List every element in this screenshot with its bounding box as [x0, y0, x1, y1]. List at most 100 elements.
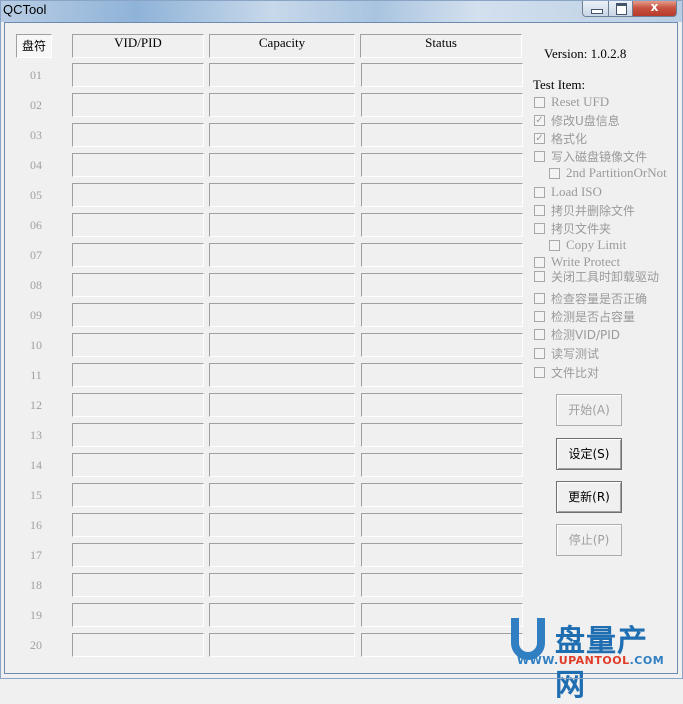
test-item-checkbox[interactable]: 文件比对: [534, 364, 599, 381]
test-item-checkbox[interactable]: Copy Limit: [549, 237, 626, 253]
capacity-cell: [209, 183, 355, 207]
test-item-checkbox[interactable]: 读写测试: [534, 345, 599, 362]
checkbox-unchecked-icon[interactable]: [534, 96, 545, 108]
column-header-vid-pid: VID/PID: [72, 34, 204, 58]
test-item-label: 检查容量是否正确: [551, 292, 648, 306]
checkbox-unchecked-icon[interactable]: [534, 223, 545, 234]
test-item-label: 写入磁盘镜像文件: [551, 150, 648, 164]
checkbox-checked-icon[interactable]: ✓: [534, 133, 545, 144]
row-number: 02: [30, 98, 42, 112]
test-item-label: Copy Limit: [566, 237, 627, 252]
row-number: 15: [30, 488, 42, 502]
row-number: 12: [30, 398, 42, 412]
vid-pid-cell: [72, 333, 204, 357]
capacity-cell: [209, 153, 355, 177]
test-item-checkbox[interactable]: ✓ 修改U盘信息: [534, 112, 620, 129]
test-item-label: 读写测试: [551, 347, 600, 361]
capacity-cell: [209, 393, 355, 417]
checkbox-unchecked-icon[interactable]: [534, 271, 545, 282]
test-item-checkbox[interactable]: ✓ 格式化: [534, 130, 587, 147]
vid-pid-cell: [72, 213, 204, 237]
status-cell: [361, 423, 523, 447]
test-item-label: 文件比对: [551, 366, 600, 380]
checkbox-unchecked-icon[interactable]: [549, 167, 560, 179]
vid-pid-cell: [72, 453, 204, 477]
row-number: 08: [30, 278, 42, 292]
status-cell: [361, 603, 523, 627]
test-item-checkbox[interactable]: 2nd PartitionOrNot: [549, 165, 667, 181]
test-item-checkbox[interactable]: Reset UFD: [534, 94, 609, 110]
row-number: 01: [30, 68, 42, 82]
row-number: 10: [30, 338, 42, 352]
capacity-cell: [209, 303, 355, 327]
settings-button[interactable]: 设定(S): [556, 438, 622, 470]
test-item-checkbox[interactable]: 写入磁盘镜像文件: [534, 148, 647, 165]
vid-pid-cell: [72, 423, 204, 447]
checkbox-unchecked-icon[interactable]: [534, 293, 545, 304]
maximize-button[interactable]: [608, 0, 633, 17]
vid-pid-cell: [72, 183, 204, 207]
row-number: 16: [30, 518, 42, 532]
vid-pid-cell: [72, 603, 204, 627]
maximize-icon: [616, 3, 627, 15]
status-cell: [361, 93, 523, 117]
capacity-cell: [209, 273, 355, 297]
row-number: 04: [30, 158, 42, 172]
checkbox-checked-icon[interactable]: ✓: [534, 115, 545, 126]
test-item-label: Reset UFD: [551, 94, 610, 109]
test-item-checkbox[interactable]: 检测VID/PID: [534, 326, 620, 343]
capacity-cell: [209, 543, 355, 567]
status-cell: [361, 183, 523, 207]
status-cell: [361, 213, 523, 237]
test-item-checkbox[interactable]: 拷贝并删除文件: [534, 202, 635, 219]
row-number: 06: [30, 218, 42, 232]
status-cell: [361, 393, 523, 417]
checkbox-unchecked-icon[interactable]: [534, 205, 545, 216]
vid-pid-cell: [72, 303, 204, 327]
minimize-button[interactable]: [582, 0, 609, 17]
capacity-cell: [209, 123, 355, 147]
test-item-checkbox[interactable]: 拷贝文件夹: [534, 220, 611, 237]
status-cell: [361, 153, 523, 177]
checkbox-unchecked-icon[interactable]: [534, 367, 545, 378]
checkbox-unchecked-icon[interactable]: [534, 329, 545, 340]
checkbox-unchecked-icon[interactable]: [534, 256, 545, 268]
status-cell: [361, 483, 523, 507]
test-item-checkbox[interactable]: 关闭工具时卸载驱动: [534, 268, 659, 285]
upantool-watermark: 盘量产网 WWW.UPANTOOL.COM: [505, 612, 675, 703]
checkbox-unchecked-icon[interactable]: [534, 186, 545, 198]
vid-pid-cell: [72, 93, 204, 117]
test-item-label: 拷贝并删除文件: [551, 204, 636, 218]
close-icon: x: [650, 0, 659, 14]
capacity-cell: [209, 213, 355, 237]
row-number: 09: [30, 308, 42, 322]
close-button[interactable]: x: [632, 0, 677, 17]
start-button[interactable]: 开始(A): [556, 394, 622, 426]
status-cell: [361, 573, 523, 597]
status-cell: [361, 123, 523, 147]
test-item-checkbox[interactable]: Load ISO: [534, 184, 602, 200]
test-item-label: 拷贝文件夹: [551, 222, 612, 236]
checkbox-unchecked-icon[interactable]: [534, 151, 545, 162]
capacity-cell: [209, 453, 355, 477]
status-cell: [361, 543, 523, 567]
row-number: 11: [30, 368, 42, 382]
capacity-cell: [209, 513, 355, 537]
row-number: 14: [30, 458, 42, 472]
vid-pid-cell: [72, 243, 204, 267]
checkbox-unchecked-icon[interactable]: [534, 311, 545, 322]
test-item-checkbox[interactable]: 检查容量是否正确: [534, 290, 647, 307]
row-number: 03: [30, 128, 42, 142]
test-item-checkbox[interactable]: 检测是否占容量: [534, 308, 635, 325]
vid-pid-cell: [72, 123, 204, 147]
version-label: Version: 1.0.2.8: [544, 46, 627, 61]
status-cell: [361, 273, 523, 297]
drive-letter-header: 盘符: [16, 34, 52, 58]
title-bar[interactable]: QCTool x: [0, 0, 683, 22]
test-item-label: 修改U盘信息: [551, 114, 620, 128]
checkbox-unchecked-icon[interactable]: [534, 348, 545, 359]
stop-button[interactable]: 停止(P): [556, 524, 622, 556]
checkbox-unchecked-icon[interactable]: [549, 239, 560, 251]
status-cell: [361, 243, 523, 267]
refresh-button[interactable]: 更新(R): [556, 481, 622, 513]
